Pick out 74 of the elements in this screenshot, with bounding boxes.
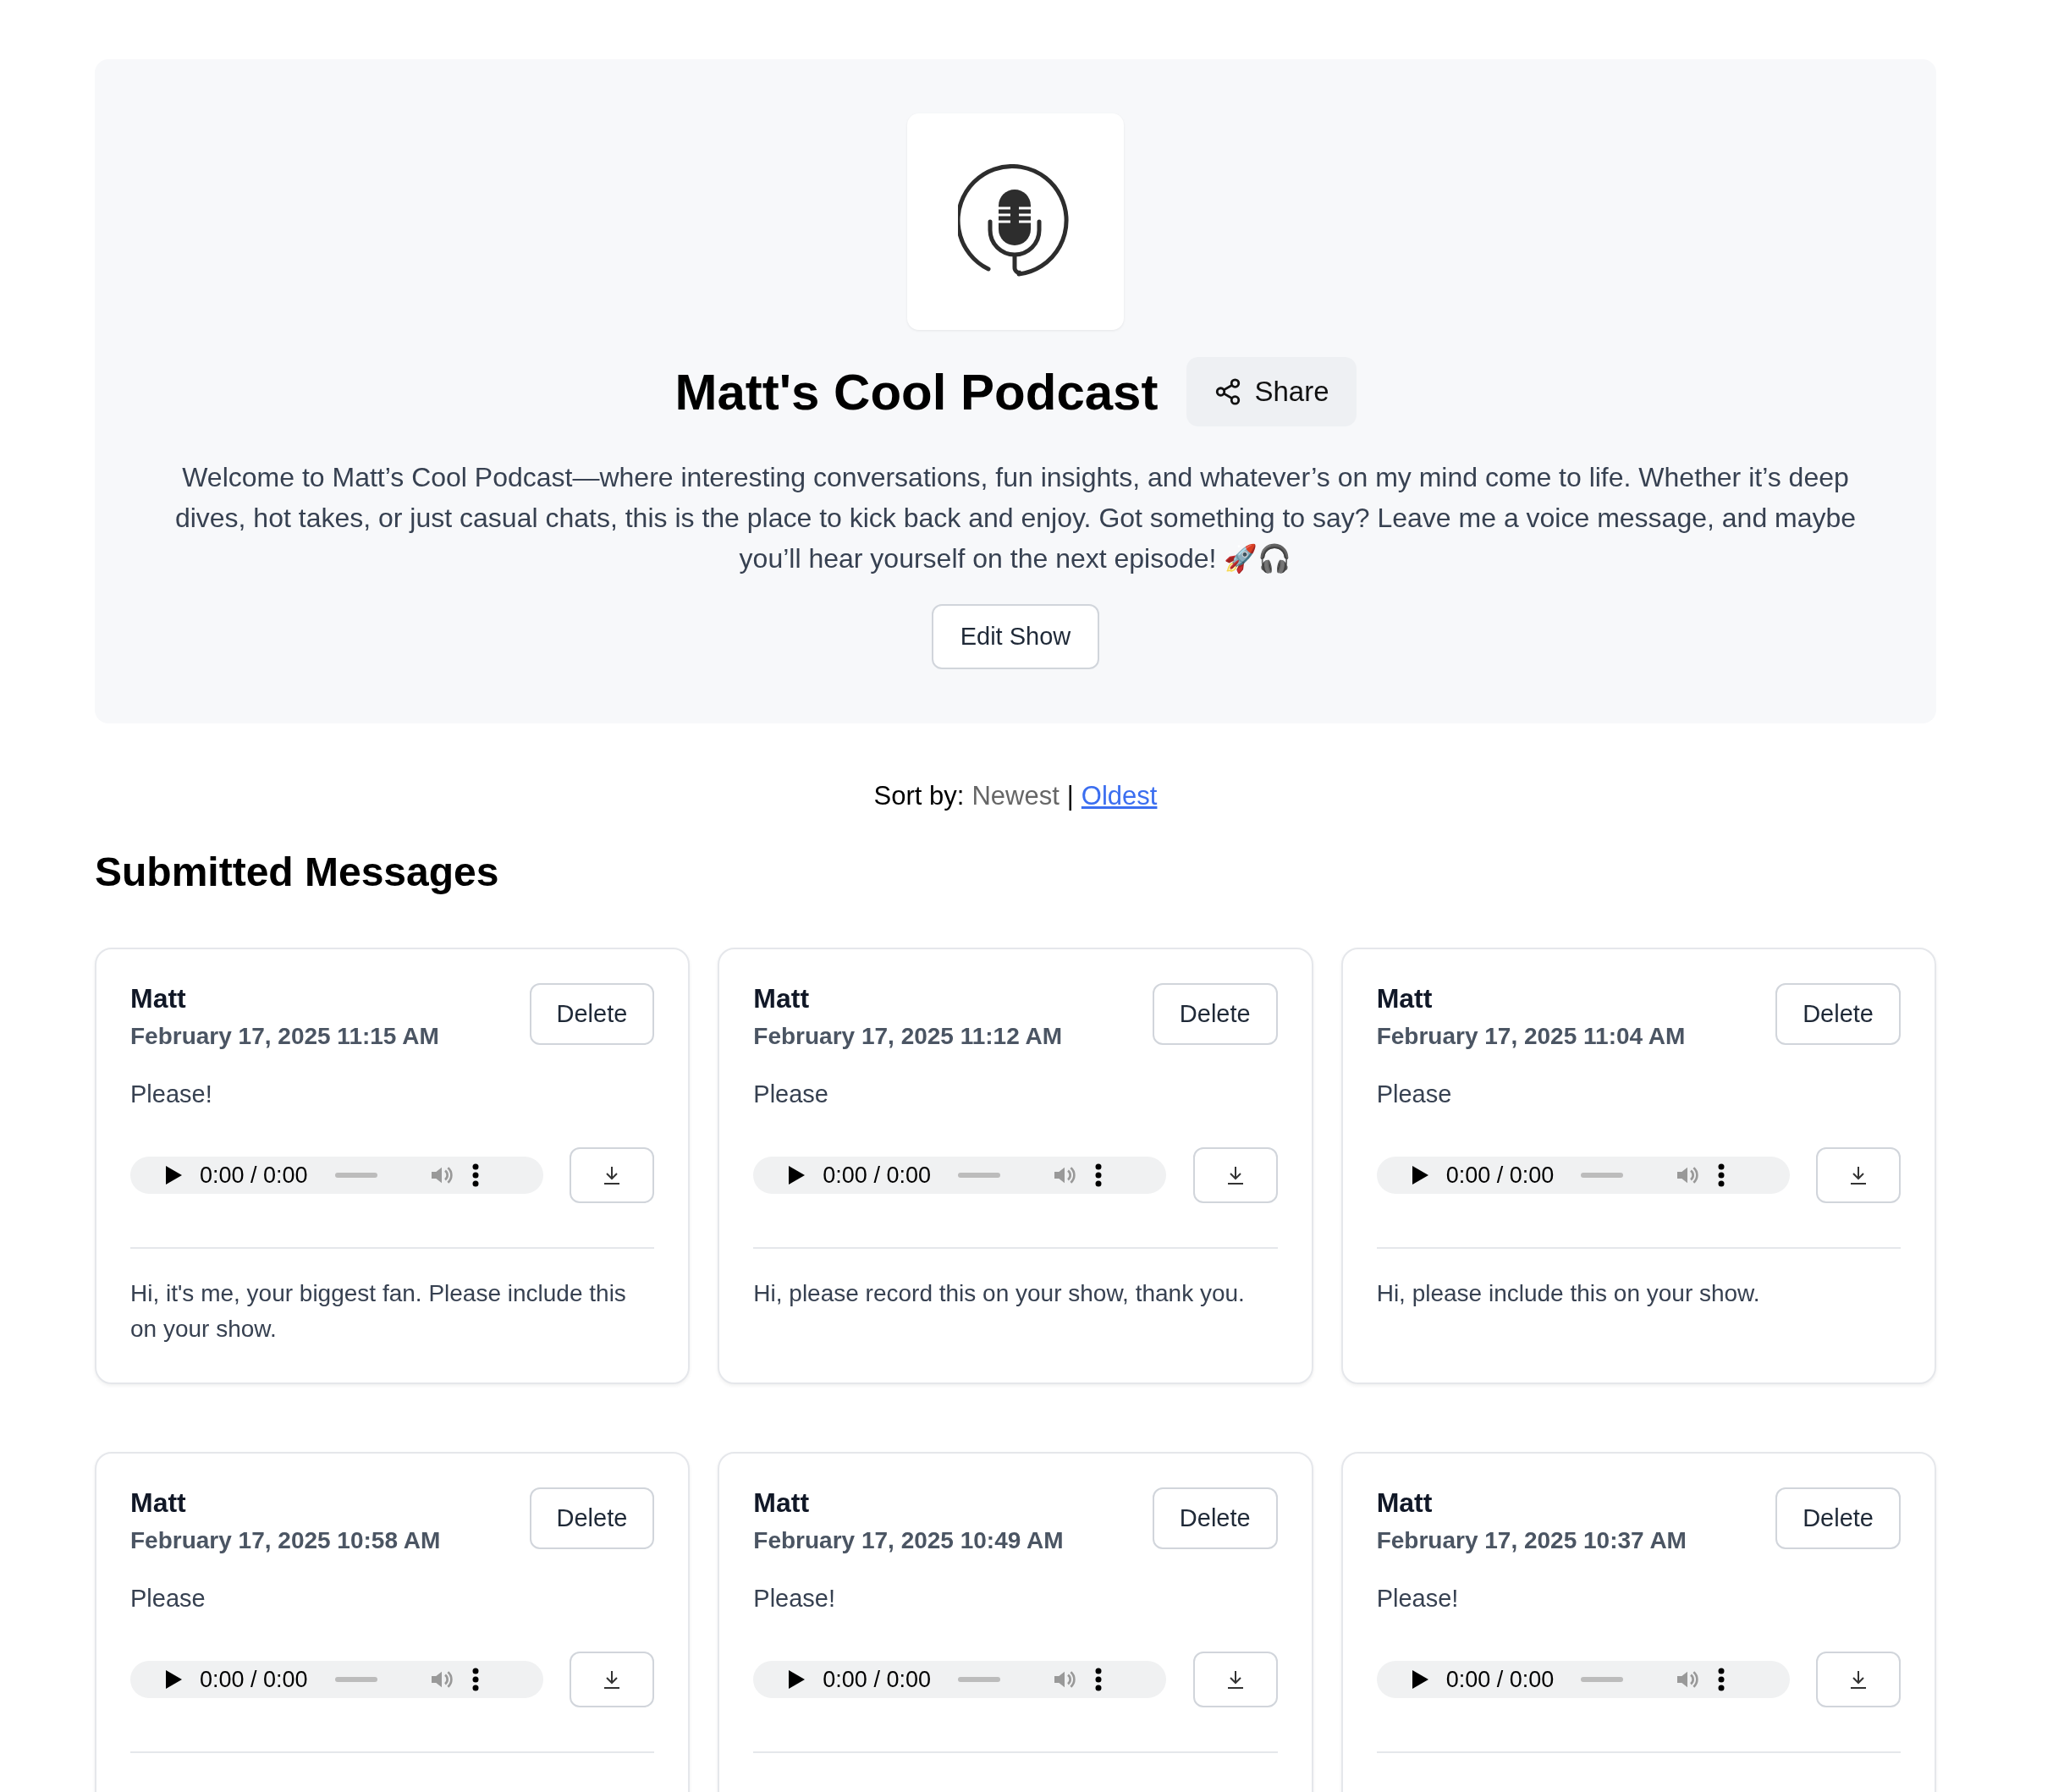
message-date: February 17, 2025 11:04 AM: [1376, 1023, 1686, 1050]
download-button[interactable]: [570, 1147, 655, 1203]
message-transcript: Hi, please record this on your show, thank you.: [753, 1279, 1246, 1308]
message-date: February 17, 2025 11:15 AM: [130, 1023, 439, 1050]
more-options-icon[interactable]: [1718, 1668, 1726, 1691]
more-options-icon[interactable]: [1094, 1668, 1102, 1691]
message-title: Please!: [130, 1080, 213, 1108]
sort-label: Sort by:: [873, 781, 965, 811]
audio-time: 0:00 / 0:00: [200, 1162, 308, 1189]
audio-time: 0:00 / 0:00: [1445, 1162, 1555, 1189]
delete-button[interactable]: Delete: [1152, 1487, 1278, 1549]
download-icon: [1848, 1669, 1869, 1690]
download-button[interactable]: [570, 1652, 655, 1707]
download-icon: [1848, 1165, 1869, 1185]
sender-name: Matt: [130, 983, 187, 1014]
download-button[interactable]: [1816, 1652, 1901, 1707]
delete-button[interactable]: Delete: [529, 1487, 655, 1549]
audio-time: 0:00 / 0:00: [1445, 1666, 1555, 1693]
audio-player[interactable]: 0:00 / 0:00: [753, 1661, 1167, 1698]
play-icon[interactable]: [787, 1669, 806, 1690]
seek-bar[interactable]: [1581, 1173, 1624, 1178]
audio-player[interactable]: 0:00 / 0:00: [130, 1157, 543, 1194]
delete-button[interactable]: Delete: [1152, 983, 1278, 1045]
message-title: Please: [130, 1585, 206, 1613]
sort-option[interactable]: Newest: [971, 781, 1060, 811]
play-icon[interactable]: [1410, 1165, 1429, 1185]
audio-time: 0:00 / 0:00: [823, 1666, 931, 1693]
seek-bar[interactable]: [1581, 1677, 1624, 1682]
audio-player[interactable]: 0:00 / 0:00: [130, 1661, 543, 1698]
message-transcript: Hi, please include this on your show.: [1376, 1279, 1761, 1308]
sender-name: Matt: [130, 1487, 187, 1519]
audio-player[interactable]: 0:00 / 0:00: [1376, 1661, 1790, 1698]
message-date: February 17, 2025 10:37 AM: [1376, 1527, 1687, 1554]
show-title: Matt's Cool Podcast: [674, 362, 1159, 421]
sender-name: Matt: [1376, 1487, 1434, 1519]
delete-button[interactable]: Delete: [529, 983, 655, 1045]
download-button[interactable]: [1816, 1147, 1901, 1203]
sender-name: Matt: [753, 983, 811, 1014]
seek-bar[interactable]: [334, 1173, 377, 1178]
audio-time: 0:00 / 0:00: [200, 1666, 308, 1693]
download-button[interactable]: [1192, 1147, 1278, 1203]
message-transcript: Hi, it's me, your biggest fan. Please include this on your show.: [130, 1279, 627, 1344]
audio-player[interactable]: 0:00 / 0:00: [1376, 1157, 1790, 1194]
share-button[interactable]: Share: [1186, 357, 1357, 426]
message-date: February 17, 2025 10:49 AM: [753, 1527, 1064, 1554]
play-icon[interactable]: [1410, 1669, 1429, 1690]
message-title: Please!: [1376, 1585, 1460, 1613]
sort-separator: |: [1066, 781, 1074, 811]
message-title: Please: [753, 1080, 829, 1108]
audio-time: 0:00 / 0:00: [823, 1162, 931, 1189]
download-button[interactable]: [1192, 1652, 1278, 1707]
more-options-icon[interactable]: [471, 1163, 479, 1187]
show-description: Welcome to Matt’s Cool Podcast—where interesting conversations, fun insights, and whatever’s on my mind come to life. Whether it’s deep dives, hot takes, or just casual chats, this is the place to kick back and enjoy. Got something to say? Leave me a voice message, and maybe you’ll hear yourself on the next episode! 🚀🎧: [173, 461, 1858, 575]
message-date: February 17, 2025 11:12 AM: [753, 1023, 1063, 1050]
audio-player[interactable]: 0:00 / 0:00: [753, 1157, 1167, 1194]
seek-bar[interactable]: [334, 1677, 377, 1682]
sender-name: Matt: [753, 1487, 811, 1519]
play-icon[interactable]: [164, 1669, 183, 1690]
seek-bar[interactable]: [957, 1677, 1000, 1682]
message-date: February 17, 2025 10:58 AM: [130, 1527, 441, 1554]
message-title: Please: [1376, 1080, 1453, 1108]
delete-button[interactable]: Delete: [1775, 983, 1901, 1045]
more-options-icon[interactable]: [471, 1668, 479, 1691]
more-options-icon[interactable]: [1094, 1163, 1102, 1187]
play-icon[interactable]: [164, 1165, 183, 1185]
more-options-icon[interactable]: [1718, 1163, 1726, 1187]
section-title: Submitted Messages: [95, 849, 500, 895]
seek-bar[interactable]: [957, 1173, 1000, 1178]
delete-button[interactable]: Delete: [1775, 1487, 1901, 1549]
sender-name: Matt: [1376, 983, 1434, 1014]
sort-link[interactable]: Oldest: [1081, 781, 1158, 811]
edit-show-button[interactable]: Edit Show: [931, 604, 1100, 669]
message-title: Please!: [753, 1585, 837, 1613]
play-icon[interactable]: [787, 1165, 806, 1185]
